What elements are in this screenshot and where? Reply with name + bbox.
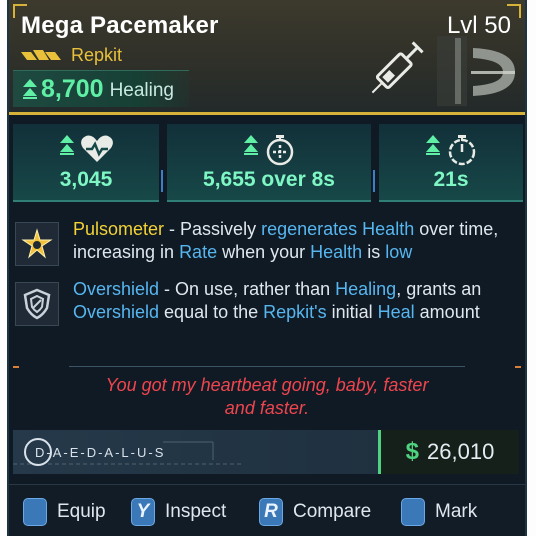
compare-button[interactable]: R Compare (259, 497, 371, 527)
syringe-art-icon (371, 36, 515, 106)
price-value: 26,010 (427, 439, 495, 464)
keyword: Overshield (73, 302, 160, 322)
keyword: Health (362, 219, 415, 239)
perk-icon-frame (15, 282, 59, 326)
control-label: Inspect (165, 501, 227, 522)
manufacturer-bar: D-A-E-D-A-L-U-S $ 26,010 (13, 430, 519, 474)
stopwatch-icon (448, 135, 476, 166)
stat-value: 5,655 over 8s (203, 168, 335, 191)
perk-text-segment: , grants an (396, 279, 482, 299)
item-title: Mega Pacemaker (21, 12, 219, 39)
perk-text-segment: equal to the (159, 302, 264, 322)
healing-label: Healing (109, 80, 174, 101)
section-divider (13, 366, 521, 368)
control-label: Mark (435, 501, 478, 522)
currency-icon: $ (405, 438, 420, 465)
stat-card: 5,655 over 8s (167, 124, 371, 202)
stat-card: 21s (379, 124, 523, 202)
rarity-chevrons-icon (21, 50, 61, 60)
perk-text-segment: - Passively (164, 219, 262, 239)
manufacturer-name: D-A-E-D-A-L-U-S (35, 444, 166, 460)
stat-card: 3,045 (13, 124, 159, 202)
key-y-icon: Y (131, 498, 155, 526)
key-r-icon: R (259, 498, 283, 526)
keyword: Rate (179, 242, 218, 262)
perk-name: Pulsometer (73, 219, 165, 239)
price-box: $ 26,010 (378, 430, 519, 474)
control-label: Equip (57, 501, 106, 522)
perk-description: Pulsometer - Passively regenerates Healt… (73, 218, 523, 264)
keyword: Healing (335, 279, 397, 299)
perk-icon-frame (15, 222, 59, 266)
control-label: Compare (293, 501, 372, 522)
mouse-left-icon (23, 498, 47, 526)
item-card: Mega Pacemaker Lvl 50 Repkit 8,700 Heali… (7, 0, 527, 536)
perk-text-segment: initial (326, 302, 378, 322)
stat-divider (161, 170, 163, 192)
mark-button[interactable]: Mark (401, 497, 477, 527)
star-burst-icon (21, 228, 53, 259)
stat-divider (373, 170, 375, 192)
upgrade-arrows-icon (60, 135, 74, 155)
perk-description: Overshield - On use, rather than Healing… (73, 278, 523, 324)
stat-value: 21s (433, 168, 469, 191)
perk-text-segment: - On use, rather than (159, 279, 336, 299)
shield-icon (23, 288, 51, 320)
mouse-middle-icon (401, 498, 425, 526)
keyword: Health (310, 242, 363, 262)
perk-text-segment: is (362, 242, 386, 262)
keyword: Heal (377, 302, 415, 322)
healing-value: 8,700 (41, 74, 104, 103)
healing-stat: 8,700 Healing (13, 70, 189, 107)
manufacturer-logo: D-A-E-D-A-L-U-S (23, 436, 165, 468)
perk-pulsometer: Pulsometer - Passively regenerates Healt… (15, 218, 521, 268)
timer-heal-icon (266, 135, 294, 166)
upgrade-arrows-icon (244, 135, 258, 155)
upgrade-arrows-icon (23, 79, 37, 99)
keyword: regenerates (261, 219, 358, 239)
equip-button[interactable]: Equip (23, 497, 106, 527)
keyword: low (385, 242, 413, 262)
perk-overshield: Overshield - On use, rather than Healing… (15, 278, 521, 350)
rarity-label: Repkit (71, 44, 123, 65)
heart-plus-icon (81, 135, 113, 162)
item-header: Mega Pacemaker Lvl 50 Repkit 8,700 Heali… (9, 0, 525, 115)
perk-text-segment: when your (217, 242, 311, 262)
inspect-button[interactable]: Y Inspect (131, 497, 226, 527)
controls-bar: Equip Y Inspect R Compare Mark (9, 484, 525, 536)
flavor-line: You got my heartbeat going, baby, faster (105, 375, 429, 395)
perk-text-segment: amount (414, 302, 480, 322)
flavor-line: and faster. (224, 398, 310, 418)
stats-row: 3,045 5,655 over 8s 21s (9, 124, 525, 206)
keyword: Repkit's (263, 302, 327, 322)
upgrade-arrows-icon (426, 135, 440, 155)
rarity-row: Repkit (21, 44, 122, 66)
stat-value: 3,045 (59, 168, 113, 191)
flavor-text: You got my heartbeat going, baby, faster… (9, 374, 525, 420)
perk-name: Overshield (73, 279, 160, 299)
